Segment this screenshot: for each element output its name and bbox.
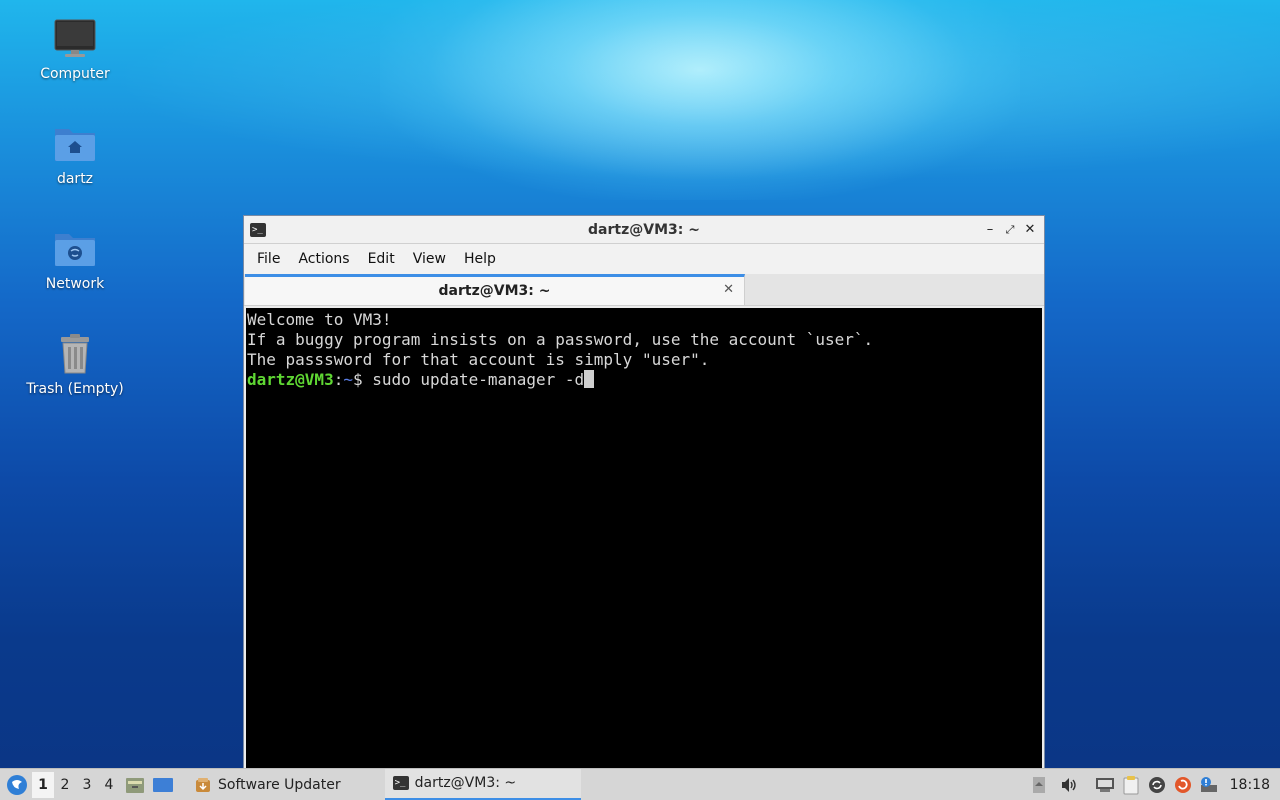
prompt-line: dartz@VM3:~$ sudo update-manager -d (247, 370, 1041, 390)
tab-bar: dartz@VM3: ~ ✕ (244, 274, 1044, 306)
sync-icon (1148, 776, 1165, 793)
workspace-3[interactable]: 3 (76, 772, 98, 798)
tab-terminal[interactable]: dartz@VM3: ~ ✕ (245, 274, 745, 305)
desktop-icon-label: Network (45, 276, 105, 292)
tray-network[interactable] (1092, 772, 1118, 798)
close-button[interactable]: ✕ (1020, 220, 1040, 240)
network-folder-icon (55, 234, 95, 266)
desktop-icon-label: Trash (Empty) (26, 381, 124, 397)
start-menu-icon (7, 774, 27, 795)
terminal-line: If a buggy program insists on a password… (247, 330, 874, 349)
workspace-4[interactable]: 4 (98, 772, 120, 798)
terminal-output[interactable]: Welcome to VM3! If a buggy program insist… (246, 308, 1042, 774)
maximize-button[interactable]: ⤢ (1000, 220, 1020, 240)
quicklaunch-file-manager[interactable] (122, 772, 148, 798)
taskbar: 1 2 3 4 Software Updater >_ dartz@VM3: ~ (0, 768, 1280, 800)
window-titlebar[interactable]: >_ dartz@VM3: ~ – ⤢ ✕ (244, 216, 1044, 244)
terminal-window[interactable]: >_ dartz@VM3: ~ – ⤢ ✕ File Actions Edit … (243, 215, 1045, 775)
tab-label: dartz@VM3: ~ (438, 283, 551, 299)
desktop-icon-computer[interactable]: Computer (15, 14, 135, 82)
task-label: Software Updater (218, 776, 341, 793)
desktop-icon-label: Computer (40, 66, 110, 82)
desktop-icon-network[interactable]: Network (15, 224, 135, 292)
menu-help[interactable]: Help (455, 251, 505, 267)
menu-bar: File Actions Edit View Help (244, 244, 1044, 274)
workspace-1[interactable]: 1 (32, 771, 54, 798)
desktop-icon-home[interactable]: dartz (15, 119, 135, 187)
menu-edit[interactable]: Edit (359, 251, 404, 267)
tray-clipboard[interactable] (1118, 772, 1144, 798)
tray-scroll-up[interactable] (1026, 772, 1052, 798)
tray-updater[interactable] (1170, 772, 1196, 798)
desktop-icon-label: dartz (56, 171, 94, 187)
window-title: dartz@VM3: ~ (588, 221, 700, 238)
text-cursor (584, 370, 595, 388)
eject-icon (1032, 776, 1045, 793)
quicklaunch-show-desktop[interactable] (150, 772, 176, 798)
terminal-line: Welcome to VM3! (247, 310, 392, 329)
wallpaper-glow (0, 0, 1280, 200)
tray-update-status[interactable] (1144, 772, 1170, 798)
command-input[interactable]: sudo update-manager -d (372, 370, 584, 389)
home-folder-icon (55, 129, 95, 161)
notification-icon (1200, 776, 1217, 792)
desktop-icon-trash[interactable]: Trash (Empty) (15, 329, 135, 397)
tab-close-icon[interactable]: ✕ (723, 282, 734, 297)
file-manager-icon (126, 777, 144, 793)
prompt-separator: : (333, 370, 344, 389)
system-tray: 18:18 (1026, 769, 1280, 800)
volume-icon (1061, 777, 1076, 792)
terminal-icon: >_ (392, 776, 409, 790)
computer-icon (54, 19, 96, 57)
update-notifier-icon (1174, 776, 1191, 793)
prompt-path: ~ (343, 370, 353, 389)
menu-file[interactable]: File (248, 251, 289, 267)
minimize-button[interactable]: – (980, 220, 1000, 240)
clipboard-icon (1123, 775, 1139, 794)
menu-actions[interactable]: Actions (289, 251, 358, 267)
prompt-user: dartz@VM3 (247, 370, 334, 389)
task-terminal[interactable]: >_ dartz@VM3: ~ (384, 768, 581, 800)
network-icon (1095, 777, 1114, 792)
terminal-line: The passsword for that account is simply… (247, 350, 710, 369)
start-menu-button[interactable] (2, 770, 32, 800)
tray-notifications[interactable] (1196, 772, 1222, 798)
task-label: dartz@VM3: ~ (414, 775, 517, 791)
menu-view[interactable]: View (404, 251, 455, 267)
wallpaper-glow (380, 0, 1020, 200)
show-desktop-icon (153, 777, 173, 792)
tray-volume[interactable] (1056, 772, 1082, 798)
software-updater-icon (196, 777, 210, 792)
clock[interactable]: 18:18 (1222, 777, 1280, 793)
trash-icon (61, 334, 89, 374)
workspace-2[interactable]: 2 (54, 772, 76, 798)
task-software-updater[interactable]: Software Updater (186, 769, 349, 800)
prompt-symbol: $ (352, 370, 373, 389)
